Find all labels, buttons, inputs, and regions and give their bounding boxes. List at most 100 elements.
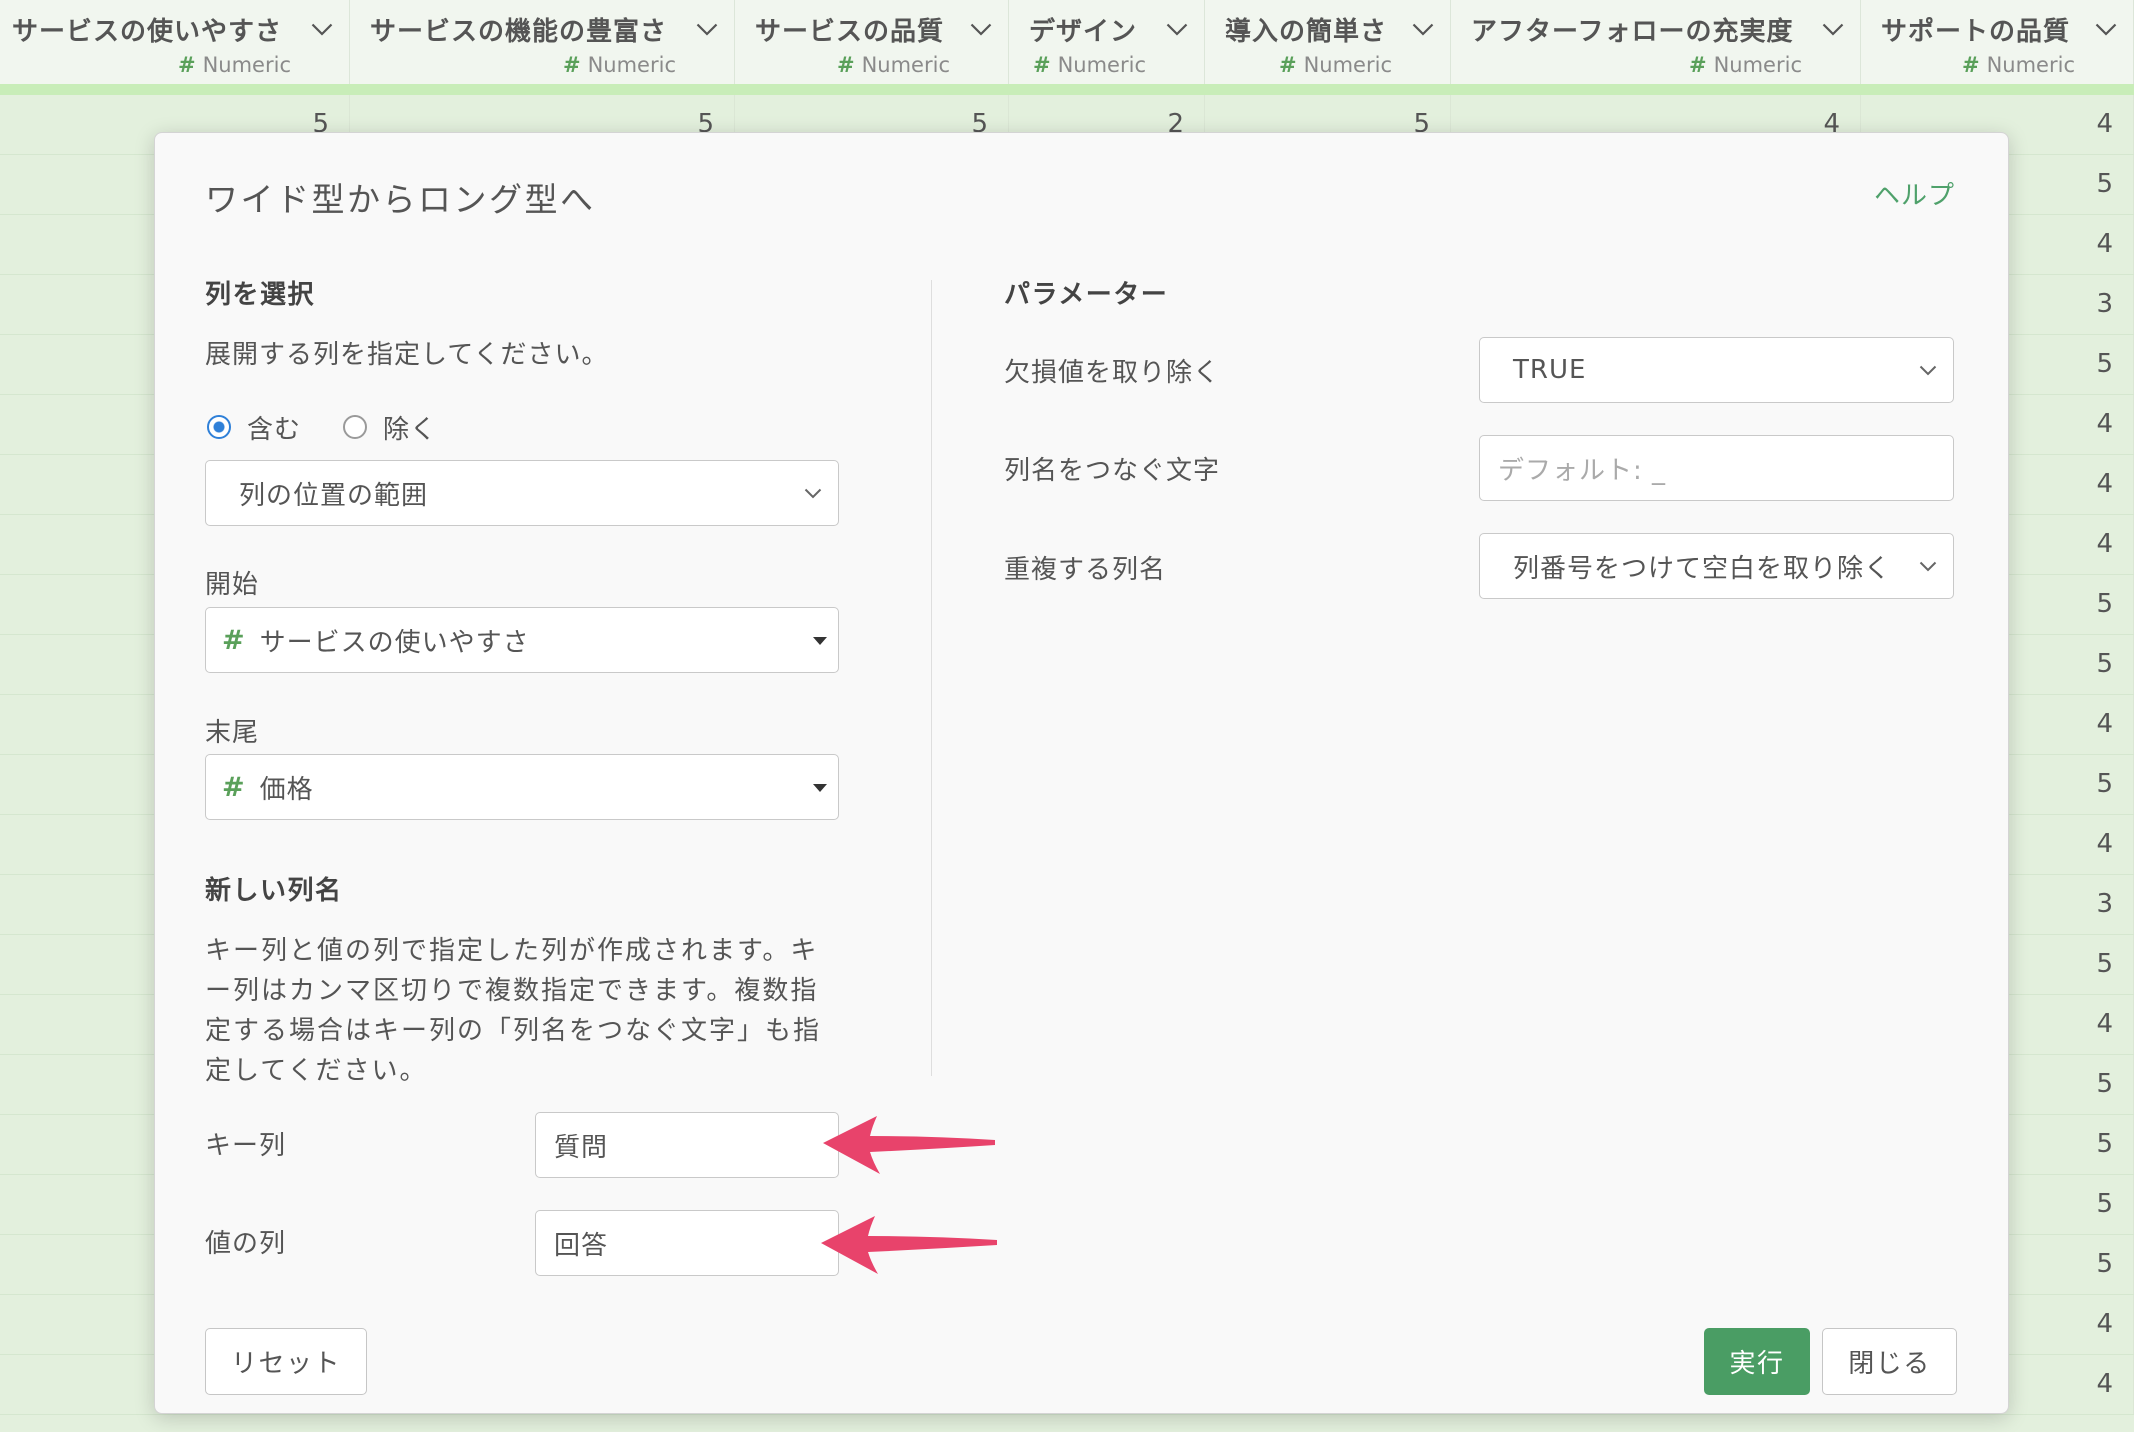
chevron-down-icon[interactable] xyxy=(311,23,333,36)
start-column-label: 開始 xyxy=(205,570,260,600)
separator-label: 列名をつなぐ文字 xyxy=(1004,456,1221,486)
grid-header: サービスの使いやすさNumericサービスの機能の豊富さNumericサービスの… xyxy=(0,0,2134,84)
chevron-down-icon xyxy=(804,488,822,499)
remove-na-select[interactable]: TRUE xyxy=(1479,337,1954,403)
column-type-label: Numeric xyxy=(202,53,291,77)
column-type-label: Numeric xyxy=(1986,53,2075,77)
end-column-value: 価格 xyxy=(259,774,314,805)
column-name: デザイン xyxy=(1029,16,1138,47)
column-type-label: Numeric xyxy=(587,53,676,77)
column-type: Numeric xyxy=(370,50,718,80)
column-name: 導入の簡単さ xyxy=(1225,16,1388,47)
value-column-label: 値の列 xyxy=(205,1229,287,1259)
remove-na-value: TRUE xyxy=(1513,355,1587,385)
separator-input[interactable]: デフォルト: _ xyxy=(1479,435,1954,501)
column-type: Numeric xyxy=(12,50,333,80)
column-type: Numeric xyxy=(1029,50,1188,80)
new-columns-heading: 新しい列名 xyxy=(205,876,343,906)
chevron-down-icon[interactable] xyxy=(1822,23,1844,36)
radio-button-icon[interactable] xyxy=(207,415,231,439)
column-name: サービスの機能の豊富さ xyxy=(370,16,668,47)
start-column-select[interactable]: サービスの使いやすさ xyxy=(205,607,839,673)
column-type: Numeric xyxy=(1881,50,2117,80)
column-header-title-row: サポートの品質 xyxy=(1881,8,2117,50)
hash-icon xyxy=(1033,53,1058,77)
reset-button[interactable]: リセット xyxy=(205,1328,367,1395)
radio-include[interactable]: 含む xyxy=(207,409,301,445)
column-select-heading: 列を選択 xyxy=(205,280,316,310)
column-header[interactable]: サポートの品質 Numeric xyxy=(1861,0,2134,84)
column-header-title-row: サービスの品質 xyxy=(755,8,992,50)
column-type-label: Numeric xyxy=(1713,53,1802,77)
radio-exclude[interactable]: 除く xyxy=(343,409,437,445)
section-divider xyxy=(931,280,932,1076)
value-column-value: 回答 xyxy=(554,1230,609,1261)
key-column-label: キー列 xyxy=(205,1131,287,1161)
selection-method-value: 列の位置の範囲 xyxy=(239,480,429,511)
chevron-down-icon xyxy=(1919,365,1937,376)
caret-down-icon xyxy=(813,784,827,792)
dialog-title: ワイド型からロング型へ xyxy=(205,180,596,219)
chevron-down-icon[interactable] xyxy=(696,23,718,36)
parameters-heading: パラメーター xyxy=(1004,280,1169,310)
hash-icon xyxy=(222,772,260,803)
hash-icon xyxy=(222,625,260,656)
wide-to-long-dialog: ワイド型からロング型へ ヘルプ 列を選択 展開する列を指定してください。 含む … xyxy=(154,132,2009,1414)
start-column-value: サービスの使いやすさ xyxy=(259,627,530,658)
hash-icon xyxy=(563,53,588,77)
selection-method-select[interactable]: 列の位置の範囲 xyxy=(205,460,839,526)
hash-icon xyxy=(1689,53,1714,77)
value-column-input[interactable]: 回答 xyxy=(535,1210,839,1276)
column-header[interactable]: サービスの機能の豊富さ Numeric xyxy=(350,0,735,84)
column-header-title-row: デザイン xyxy=(1029,8,1188,50)
duplicate-names-value: 列番号をつけて空白を取り除く xyxy=(1513,553,1892,584)
caret-down-icon xyxy=(813,637,827,645)
column-type: Numeric xyxy=(755,50,992,80)
chevron-down-icon xyxy=(1919,561,1937,572)
help-link[interactable]: ヘルプ xyxy=(1874,178,1955,214)
chevron-down-icon[interactable] xyxy=(970,23,992,36)
duplicate-names-select[interactable]: 列番号をつけて空白を取り除く xyxy=(1479,533,1954,599)
hash-icon xyxy=(1279,53,1304,77)
key-column-value: 質問 xyxy=(554,1132,609,1163)
hash-icon xyxy=(837,53,862,77)
remove-na-label: 欠損値を取り除く xyxy=(1004,358,1221,388)
column-header-title-row: アフターフォローの充実度 xyxy=(1471,8,1844,50)
column-header-title-row: サービスの使いやすさ xyxy=(12,8,333,50)
radio-button-icon[interactable] xyxy=(343,415,367,439)
column-header[interactable]: サービスの使いやすさ Numeric xyxy=(0,0,350,84)
chevron-down-icon[interactable] xyxy=(1166,23,1188,36)
run-button[interactable]: 実行 xyxy=(1704,1328,1810,1395)
column-header[interactable]: アフターフォローの充実度 Numeric xyxy=(1451,0,1861,84)
column-header[interactable]: 導入の簡単さ Numeric xyxy=(1205,0,1451,84)
column-name: サービスの品質 xyxy=(755,16,945,47)
end-column-label: 末尾 xyxy=(205,718,260,748)
chevron-down-icon[interactable] xyxy=(1412,23,1434,36)
radio-exclude-label: 除く xyxy=(383,414,438,445)
separator-placeholder: デフォルト: _ xyxy=(1498,455,1667,486)
hash-icon xyxy=(178,53,203,77)
table-row xyxy=(0,1415,2134,1432)
column-type-label: Numeric xyxy=(1057,53,1146,77)
chevron-down-icon[interactable] xyxy=(2095,23,2117,36)
column-header[interactable]: サービスの品質 Numeric xyxy=(735,0,1009,84)
column-type: Numeric xyxy=(1225,50,1434,80)
column-type: Numeric xyxy=(1471,50,1844,80)
column-type-label: Numeric xyxy=(1303,53,1392,77)
key-column-input[interactable]: 質問 xyxy=(535,1112,839,1178)
new-columns-description: キー列と値の列で指定した列が作成されます。キー列はカンマ区切りで複数指定できます… xyxy=(205,936,822,1086)
column-select-description: 展開する列を指定してください。 xyxy=(205,340,609,370)
column-name: サービスの使いやすさ xyxy=(12,16,283,47)
close-button[interactable]: 閉じる xyxy=(1822,1328,1957,1395)
column-header-title-row: 導入の簡単さ xyxy=(1225,8,1434,50)
column-type-label: Numeric xyxy=(861,53,950,77)
column-name: アフターフォローの充実度 xyxy=(1471,16,1794,47)
column-header[interactable]: デザイン Numeric xyxy=(1009,0,1205,84)
duplicate-names-label: 重複する列名 xyxy=(1004,555,1167,585)
radio-include-label: 含む xyxy=(247,414,302,445)
column-header-title-row: サービスの機能の豊富さ xyxy=(370,8,718,50)
end-column-select[interactable]: 価格 xyxy=(205,754,839,820)
header-underline xyxy=(0,84,2134,95)
hash-icon xyxy=(1962,53,1987,77)
column-name: サポートの品質 xyxy=(1881,16,2071,47)
